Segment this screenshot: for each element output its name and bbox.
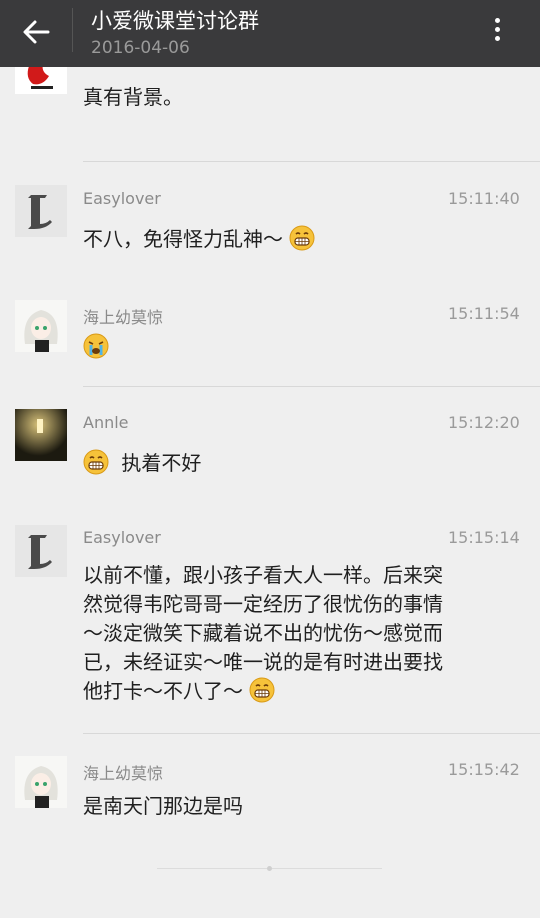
message-separator bbox=[83, 161, 540, 162]
message-text: 真有背景。 bbox=[83, 85, 183, 109]
message-line: 他打卡～不八了～ bbox=[83, 677, 503, 706]
grin-emoji-icon bbox=[289, 225, 315, 251]
sender-name: 海上幼莫惊 bbox=[83, 764, 164, 783]
message-line: 已，未经证实～唯一说的是有时进出要找 bbox=[83, 650, 443, 674]
message-text: 不八，免得怪力乱神～ bbox=[83, 225, 503, 254]
load-more-dot bbox=[267, 866, 272, 871]
message-content: 他打卡～不八了～ bbox=[83, 679, 243, 703]
avatar[interactable] bbox=[15, 185, 67, 237]
message-line: 以前不懂，跟小孩子看大人一样。后来突 bbox=[83, 563, 443, 587]
chat-date: 2016-04-06 bbox=[91, 38, 190, 58]
more-options-button[interactable] bbox=[484, 14, 510, 50]
message-text: 以前不懂，跟小孩子看大人一样。后来突 然觉得韦陀哥哥一定经历了很忧伤的事情 ～淡… bbox=[83, 561, 503, 706]
message-text: 执着不好 bbox=[83, 449, 503, 478]
message-line: 然觉得韦陀哥哥一定经历了很忧伤的事情 bbox=[83, 592, 443, 616]
message-text bbox=[83, 333, 503, 362]
sender-name: 海上幼莫惊 bbox=[83, 308, 164, 327]
message-time: 15:11:54 bbox=[448, 304, 520, 323]
avatar[interactable] bbox=[15, 409, 67, 461]
header-divider bbox=[72, 8, 73, 52]
message-time: 15:11:40 bbox=[448, 189, 520, 208]
grin-emoji-icon bbox=[249, 677, 275, 703]
message-separator bbox=[83, 733, 540, 734]
avatar[interactable] bbox=[15, 525, 67, 577]
sender-name: Annle bbox=[83, 413, 129, 432]
crying-emoji-icon bbox=[83, 333, 109, 359]
back-button[interactable] bbox=[14, 12, 58, 52]
message-time: 15:15:14 bbox=[448, 528, 520, 547]
top-bar: 小爱微课堂讨论群 2016-04-06 bbox=[0, 0, 540, 67]
avatar[interactable] bbox=[15, 756, 67, 808]
message-text: 是南天门那边是吗 bbox=[83, 794, 243, 818]
more-vertical-icon bbox=[484, 18, 510, 41]
sender-name: Easylover bbox=[83, 189, 161, 208]
message-time: 15:15:42 bbox=[448, 760, 520, 779]
arrow-left-icon bbox=[23, 20, 50, 44]
message-content: 执着不好 bbox=[121, 451, 202, 475]
message-separator bbox=[83, 386, 540, 387]
grin-emoji-icon bbox=[83, 449, 109, 475]
message-content: 不八，免得怪力乱神～ bbox=[83, 227, 283, 251]
avatar[interactable] bbox=[15, 300, 67, 352]
sender-name: Easylover bbox=[83, 528, 161, 547]
group-title: 小爱微课堂讨论群 bbox=[91, 9, 259, 33]
message-time: 15:12:20 bbox=[448, 413, 520, 432]
message-line: ～淡定微笑下藏着说不出的忧伤～感觉而 bbox=[83, 621, 443, 645]
